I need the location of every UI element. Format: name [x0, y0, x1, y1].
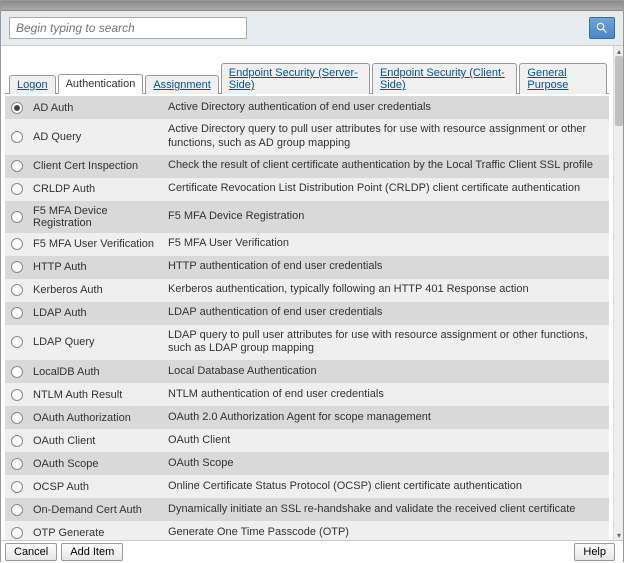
list-item[interactable]: AD QueryActive Directory query to pull u…	[5, 119, 609, 155]
scrollbar-thumb[interactable]	[615, 56, 623, 126]
list-item[interactable]: OTP GenerateGenerate One Time Passcode (…	[5, 521, 609, 540]
item-description: OAuth Scope	[168, 457, 603, 471]
help-button[interactable]: Help	[574, 543, 615, 561]
radio-button[interactable]	[11, 336, 23, 348]
item-description: Dynamically initiate an SSL re-handshake…	[168, 503, 603, 517]
tab-bar: LogonAuthenticationAssignmentEndpoint Se…	[5, 62, 609, 94]
radio-button[interactable]	[11, 389, 23, 401]
scrollbar[interactable]: ▴ ▾	[613, 46, 623, 540]
search-bar	[1, 11, 623, 46]
tab-endpoint-security-client-side-[interactable]: Endpoint Security (Client-Side)	[372, 63, 517, 94]
item-name: On-Demand Cert Auth	[33, 504, 168, 516]
list-item[interactable]: CRLDP AuthCertificate Revocation List Di…	[5, 178, 609, 201]
list-item[interactable]: LDAP QueryLDAP query to pull user attrib…	[5, 325, 609, 361]
radio-button[interactable]	[11, 504, 23, 516]
auth-item-list: AD AuthActive Directory authentication o…	[5, 96, 609, 540]
list-item[interactable]: OAuth AuthorizationOAuth 2.0 Authorizati…	[5, 406, 609, 429]
list-item[interactable]: On-Demand Cert AuthDynamically initiate …	[5, 498, 609, 521]
radio-button[interactable]	[11, 481, 23, 493]
add-item-button[interactable]: Add Item	[61, 543, 123, 561]
radio-button[interactable]	[11, 412, 23, 424]
list-item[interactable]: NTLM Auth ResultNTLM authentication of e…	[5, 383, 609, 406]
item-name: LocalDB Auth	[33, 366, 168, 378]
list-item[interactable]: Kerberos AuthKerberos authentication, ty…	[5, 279, 609, 302]
scroll-up-arrow[interactable]: ▴	[614, 46, 624, 56]
item-description: NTLM authentication of end user credenti…	[168, 388, 603, 402]
radio-button[interactable]	[11, 238, 23, 250]
item-name: HTTP Auth	[33, 261, 168, 273]
item-description: HTTP authentication of end user credenti…	[168, 260, 603, 274]
list-item[interactable]: OAuth ScopeOAuth Scope	[5, 452, 609, 475]
item-description: Kerberos authentication, typically follo…	[168, 283, 603, 297]
list-item[interactable]: F5 MFA Device RegistrationF5 MFA Device …	[5, 201, 609, 233]
item-description: Active Directory query to pull user attr…	[168, 123, 603, 151]
tab-authentication[interactable]: Authentication	[58, 74, 144, 94]
search-icon	[595, 21, 609, 35]
item-name: LDAP Auth	[33, 307, 168, 319]
item-description: F5 MFA User Verification	[168, 237, 603, 251]
radio-button[interactable]	[11, 284, 23, 296]
list-item[interactable]: HTTP AuthHTTP authentication of end user…	[5, 256, 609, 279]
list-item[interactable]: OCSP AuthOnline Certificate Status Proto…	[5, 475, 609, 498]
list-item[interactable]: AD AuthActive Directory authentication o…	[5, 96, 609, 119]
tab-assignment[interactable]: Assignment	[145, 75, 218, 94]
item-description: Certificate Revocation List Distribution…	[168, 182, 603, 196]
search-button[interactable]	[589, 17, 615, 39]
item-name: Kerberos Auth	[33, 284, 168, 296]
item-description: LDAP query to pull user attributes for u…	[168, 329, 603, 357]
list-item[interactable]: F5 MFA User VerificationF5 MFA User Veri…	[5, 233, 609, 256]
item-description: OAuth 2.0 Authorization Agent for scope …	[168, 411, 603, 425]
titlebar	[1, 1, 623, 11]
radio-button[interactable]	[11, 131, 23, 143]
radio-button[interactable]	[11, 211, 23, 223]
item-name: CRLDP Auth	[33, 183, 168, 195]
list-item[interactable]: LDAP AuthLDAP authentication of end user…	[5, 302, 609, 325]
radio-button[interactable]	[11, 458, 23, 470]
item-name: AD Query	[33, 131, 168, 143]
item-description: LDAP authentication of end user credenti…	[168, 306, 603, 320]
item-name: NTLM Auth Result	[33, 389, 168, 401]
item-name: F5 MFA Device Registration	[33, 205, 168, 229]
radio-button[interactable]	[11, 435, 23, 447]
item-description: Active Directory authentication of end u…	[168, 101, 603, 115]
item-description: Generate One Time Passcode (OTP)	[168, 526, 603, 540]
item-description: Check the result of client certificate a…	[168, 159, 603, 173]
content-area: LogonAuthenticationAssignmentEndpoint Se…	[1, 46, 623, 541]
radio-button[interactable]	[11, 183, 23, 195]
list-item[interactable]: Client Cert InspectionCheck the result o…	[5, 155, 609, 178]
item-name: OTP Generate	[33, 527, 168, 539]
item-name: AD Auth	[33, 102, 168, 114]
item-name: Client Cert Inspection	[33, 160, 168, 172]
radio-button[interactable]	[11, 307, 23, 319]
list-item[interactable]: OAuth ClientOAuth Client	[5, 429, 609, 452]
radio-button[interactable]	[11, 160, 23, 172]
item-name: OAuth Authorization	[33, 412, 168, 424]
search-input[interactable]	[9, 17, 247, 39]
tab-endpoint-security-server-side-[interactable]: Endpoint Security (Server-Side)	[221, 63, 370, 94]
scroll-down-arrow[interactable]: ▾	[614, 530, 624, 540]
radio-button[interactable]	[11, 366, 23, 378]
radio-button[interactable]	[11, 261, 23, 273]
list-item[interactable]: LocalDB AuthLocal Database Authenticatio…	[5, 360, 609, 383]
item-description: Online Certificate Status Protocol (OCSP…	[168, 480, 603, 494]
item-name: LDAP Query	[33, 336, 168, 348]
item-description: OAuth Client	[168, 434, 603, 448]
item-description: Local Database Authentication	[168, 365, 603, 379]
item-name: OAuth Scope	[33, 458, 168, 470]
radio-button[interactable]	[11, 527, 23, 539]
footer: Cancel Add Item Help	[1, 541, 623, 563]
tab-logon[interactable]: Logon	[9, 75, 56, 94]
item-name: OAuth Client	[33, 435, 168, 447]
item-name: OCSP Auth	[33, 481, 168, 493]
cancel-button[interactable]: Cancel	[5, 543, 57, 561]
tab-general-purpose[interactable]: General Purpose	[519, 63, 607, 94]
item-name: F5 MFA User Verification	[33, 238, 168, 250]
radio-button[interactable]	[11, 102, 23, 114]
item-description: F5 MFA Device Registration	[168, 210, 603, 224]
